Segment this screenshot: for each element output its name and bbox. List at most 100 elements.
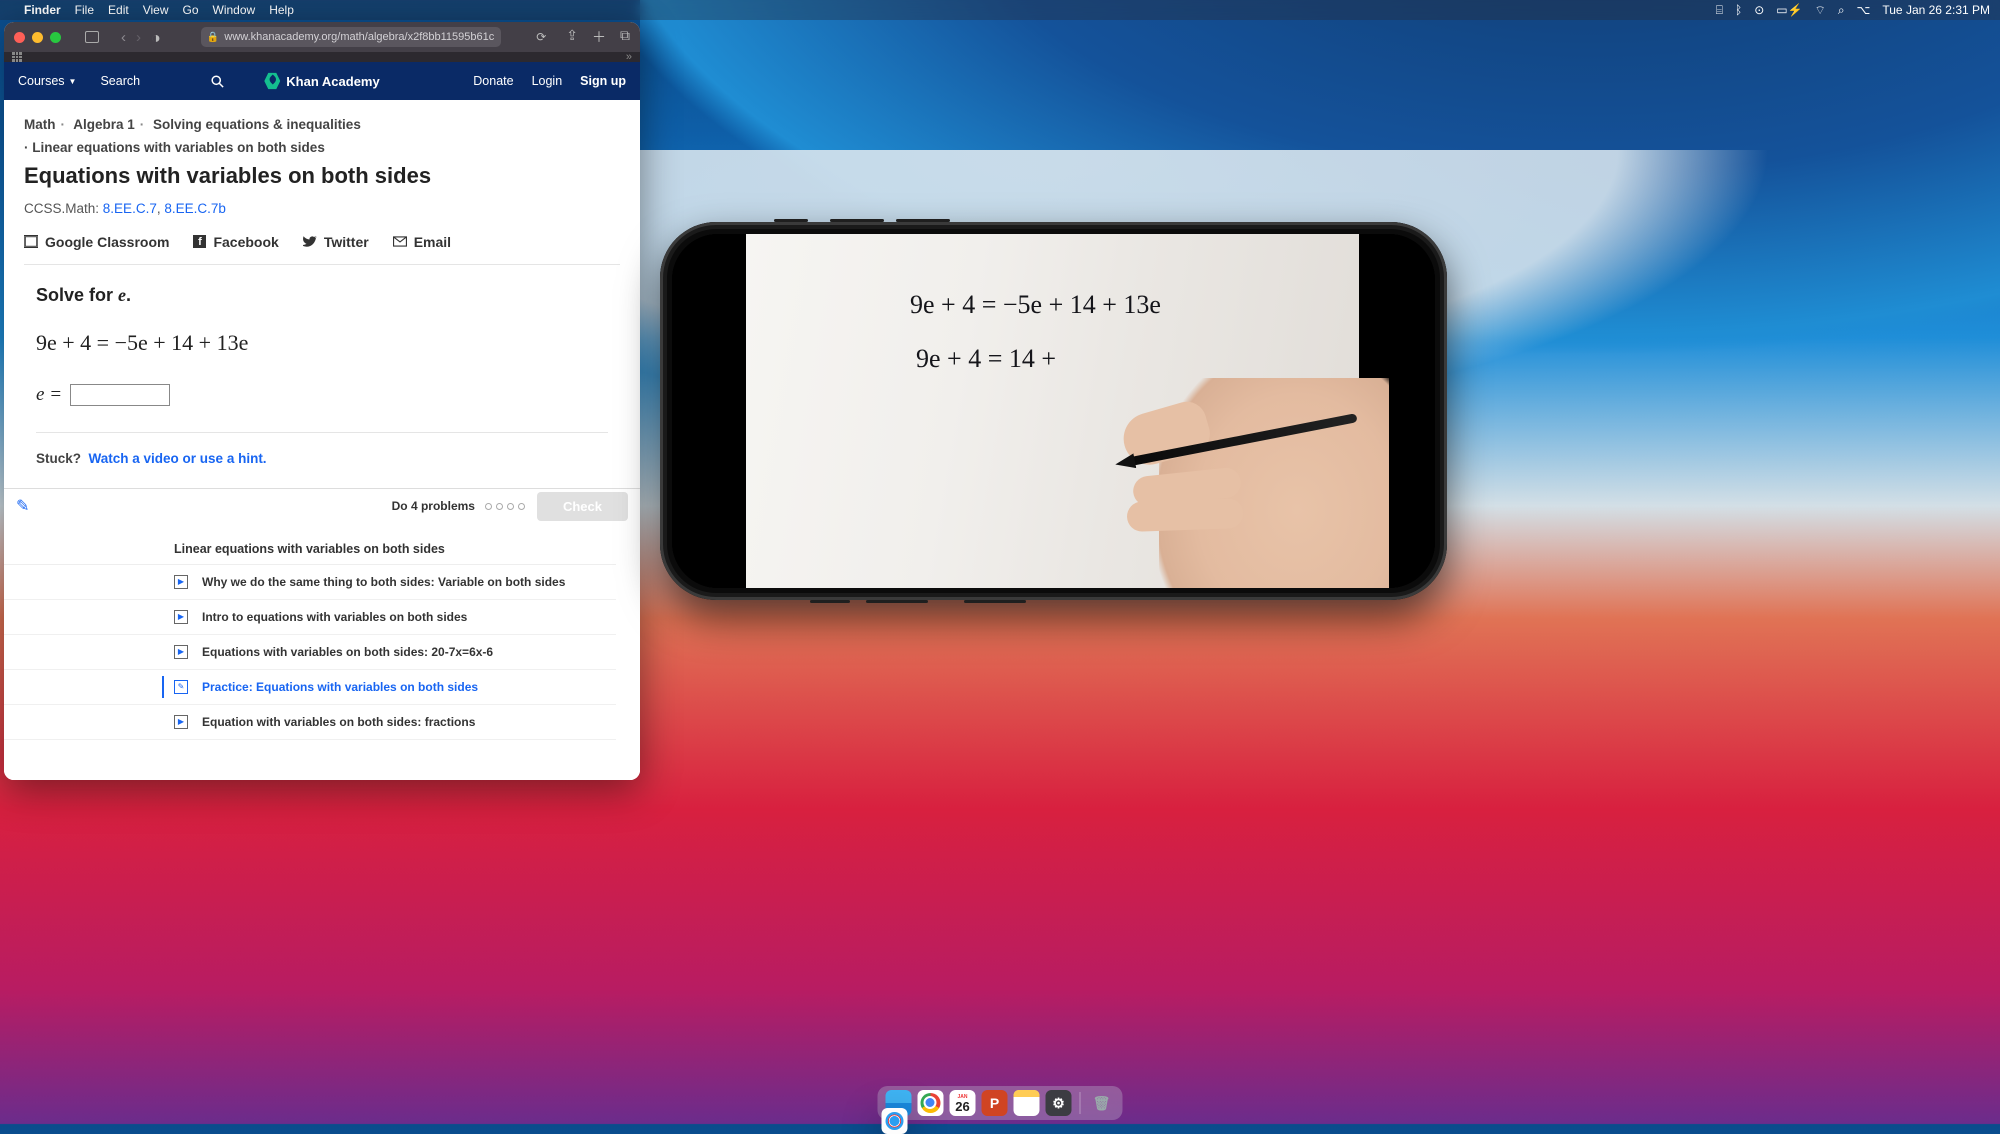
khan-logo[interactable]: Khan Academy [264,72,379,90]
tabs-overview-icon[interactable]: ⧉ [620,27,630,47]
khan-logo-icon [264,72,280,90]
safari-window: ‹ › ◑ 🔒 www.khanacademy.org/math/algebra… [4,22,640,780]
menu-window[interactable]: Window [213,3,256,17]
problem-equation: 9e + 4 = −5e + 14 + 13e [24,312,620,380]
crumb-solving[interactable]: Solving equations & inequalities [153,117,361,132]
courses-dropdown[interactable]: Courses▼ [18,74,76,88]
lesson-section-title: Linear equations with variables on both … [4,524,616,565]
ccss-link-2[interactable]: 8.EE.C.7b [164,201,226,216]
reload-button[interactable]: ⟳ [536,30,546,44]
window-minimize-button[interactable] [32,32,43,43]
share-facebook[interactable]: f Facebook [193,234,278,250]
donate-link[interactable]: Donate [473,74,513,88]
toggle-icon[interactable]: ⊙ [1754,3,1764,17]
lesson-item-active[interactable]: ✎ Practice: Equations with variables on … [4,670,616,705]
handwriting-line-2: 9e + 4 = 14 + [916,344,1056,374]
window-close-button[interactable] [14,32,25,43]
handwriting-line-1: 9e + 4 = −5e + 14 + 13e [910,290,1161,320]
dock-chrome-icon[interactable] [918,1090,944,1116]
answer-input[interactable] [70,384,170,406]
share-email[interactable]: Email [393,234,451,250]
stuck-row: Stuck? Watch a video or use a hint. [4,433,640,488]
video-whiteboard: 9e + 4 = −5e + 14 + 13e 9e + 4 = 14 + [746,234,1359,588]
menu-view[interactable]: View [143,3,169,17]
menubar-app[interactable]: Finder [24,3,61,17]
privacy-shield-icon[interactable]: ◑ [151,30,165,44]
phone-button [810,600,850,603]
do-problems-label: Do 4 problems [392,499,475,513]
crumb-algebra[interactable]: Algebra 1 [73,117,135,132]
play-icon: ▶ [174,575,188,589]
check-button[interactable]: Check [537,492,628,521]
twitter-icon [303,235,317,249]
safari-toolbar: ‹ › ◑ 🔒 www.khanacademy.org/math/algebra… [4,22,640,52]
scratchpad-icon[interactable]: ✎ [16,496,29,516]
share-icon[interactable]: ⇪ [566,27,578,47]
lesson-item[interactable]: ▶ Why we do the same thing to both sides… [4,565,616,600]
back-button[interactable]: ‹ [121,29,126,46]
dock-trash-icon[interactable]: 🗑 [1089,1090,1115,1116]
problem-footer: ✎ Do 4 problems Check [4,488,640,524]
share-row: Google Classroom f Facebook Twitter Emai… [4,224,640,264]
ccss-link-1[interactable]: 8.EE.C.7 [103,201,157,216]
dock-calendar-icon[interactable]: JAN26 [950,1090,976,1116]
window-maximize-button[interactable] [50,32,61,43]
crumb-math[interactable]: Math [24,117,56,132]
spotlight-icon[interactable]: ⌕ [1838,3,1845,18]
phone-screen: 9e + 4 = −5e + 14 + 13e 9e + 4 = 14 + [672,234,1435,588]
phone-button [830,219,884,222]
phone-button [896,219,950,222]
hand-writing [1059,348,1359,588]
lesson-item[interactable]: ▶ Equation with variables on both sides:… [4,705,616,740]
lesson-item[interactable]: ▶ Intro to equations with variables on b… [4,600,616,635]
wifi-icon[interactable]: ⌔ [1815,3,1826,18]
sidebar-toggle-icon[interactable] [85,31,99,43]
ccss-line: CCSS.Math: 8.EE.C.7, 8.EE.C.7b [4,189,640,224]
new-tab-icon[interactable]: ＋ [592,27,606,47]
dock-notes-icon[interactable] [1014,1090,1040,1116]
menubar-clock[interactable]: Tue Jan 26 2:31 PM [1882,3,1990,17]
crumb-linear[interactable]: Linear equations with variables on both … [32,140,325,155]
apps-grid-icon[interactable] [12,52,22,62]
share-google-classroom[interactable]: Google Classroom [24,234,169,250]
progress-dots [485,503,525,510]
lesson-item[interactable]: ▶ Equations with variables on both sides… [4,635,616,670]
page-title: Equations with variables on both sides [4,155,640,189]
dock-powerpoint-icon[interactable]: P [982,1090,1008,1116]
favorites-bar: » [4,52,640,62]
phone-mockup: 9e + 4 = −5e + 14 + 13e 9e + 4 = 14 + [660,222,1447,600]
play-icon: ▶ [174,715,188,729]
screen-mirror-icon[interactable]: ⌸ [1716,3,1723,18]
login-link[interactable]: Login [532,74,563,88]
phone-notch [672,336,690,486]
url-field[interactable]: 🔒 www.khanacademy.org/math/algebra/x2f8b… [201,27,501,47]
control-center-icon[interactable]: ⌥ [1857,3,1871,17]
play-icon: ▶ [174,645,188,659]
menu-file[interactable]: File [75,3,94,17]
dock-safari-icon[interactable] [882,1108,908,1134]
battery-icon[interactable]: ▭⚡ [1776,3,1802,17]
search-icon[interactable] [210,74,225,89]
answer-row: e = [24,380,620,432]
search-link[interactable]: Search [100,74,140,88]
lock-icon: 🔒 [207,32,219,43]
lesson-list: Linear equations with variables on both … [4,524,640,780]
dock-settings-icon[interactable]: ⚙ [1046,1090,1072,1116]
menu-help[interactable]: Help [269,3,294,17]
menu-go[interactable]: Go [183,3,199,17]
play-icon: ▶ [174,610,188,624]
classroom-icon [24,235,38,249]
signup-link[interactable]: Sign up [580,74,626,88]
forward-button: › [136,29,141,46]
practice-icon: ✎ [174,680,188,694]
menu-edit[interactable]: Edit [108,3,129,17]
bluetooth-icon[interactable]: ᛒ [1735,3,1742,17]
phone-button [866,600,928,603]
phone-button [964,600,1026,603]
share-twitter[interactable]: Twitter [303,234,369,250]
phone-button [774,219,808,222]
mac-menubar: Finder File Edit View Go Window Help ⌸ ᛒ… [0,0,2000,20]
problem-prompt: Solve for e. [24,265,620,312]
facebook-icon: f [193,235,206,248]
hint-link[interactable]: Watch a video or use a hint. [89,451,267,466]
